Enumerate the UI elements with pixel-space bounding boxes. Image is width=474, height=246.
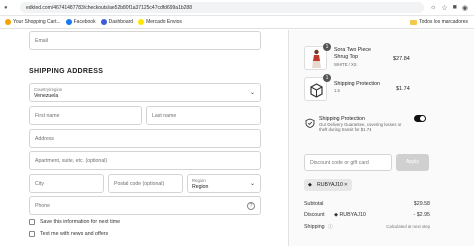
bookmarks-bar: Your Shopping Cart... Facebook Dashboard… bbox=[0, 16, 474, 29]
help-icon[interactable]: ⓘ bbox=[328, 224, 333, 229]
phone-field[interactable]: Phone ? bbox=[29, 196, 261, 215]
item-variant: 1.5 bbox=[334, 88, 340, 93]
postal-code-placeholder: Postal code (optional) bbox=[114, 181, 165, 187]
quantity-badge: 1 bbox=[323, 74, 331, 82]
bookmark-facebook[interactable]: Facebook bbox=[65, 19, 96, 25]
mercado-envios-icon bbox=[138, 19, 145, 25]
city-field[interactable]: City bbox=[29, 174, 104, 193]
apartment-field[interactable]: Apartment, suite, etc. (optional) bbox=[29, 151, 261, 170]
news-label: Text me with news and offers bbox=[40, 231, 109, 237]
bookmark-label: Facebook bbox=[73, 19, 96, 25]
bookmark-label: Dashboard bbox=[108, 19, 134, 25]
checkbox-box[interactable] bbox=[29, 231, 35, 237]
translate-icon[interactable]: ☼ bbox=[430, 4, 436, 12]
bookmark-mercado-envios[interactable]: Mercado Envios bbox=[138, 19, 182, 25]
help-icon[interactable]: ? bbox=[247, 202, 255, 210]
postal-code-field[interactable]: Postal code (optional) bbox=[108, 174, 183, 193]
browser-address-bar: ● edkted.com/46741487783/checkouts/ae52b… bbox=[0, 0, 474, 16]
dashboard-icon bbox=[100, 19, 107, 25]
region-label: Region bbox=[192, 178, 206, 183]
subtotal-label: Subtotal bbox=[304, 201, 324, 207]
discount-row: Discount ◆ RUBYAJ10 - $2.95 bbox=[304, 212, 430, 218]
discount-code-summary: RUBYAJ10 bbox=[339, 212, 366, 218]
applied-discount-chip: ◆ RUBYAJ10 ✕ bbox=[304, 179, 352, 191]
country-label: Country/region bbox=[34, 87, 63, 92]
bookmark-dashboard[interactable]: Dashboard bbox=[100, 19, 134, 25]
shipping-value: Calculated at next step bbox=[386, 224, 430, 229]
address-field[interactable]: Address bbox=[29, 129, 261, 148]
discount-code-input[interactable]: Discount code or gift card bbox=[304, 154, 392, 171]
discount-label: Discount bbox=[304, 212, 325, 218]
remove-discount-icon[interactable]: ✕ bbox=[344, 182, 348, 188]
email-placeholder: Email bbox=[35, 38, 48, 44]
protection-description: Our Delivery Guarantee, covering losses … bbox=[319, 122, 402, 132]
url-input[interactable]: edkted.com/46741487783/checkouts/ae52b80… bbox=[20, 2, 424, 13]
extensions-icon[interactable]: ■ bbox=[453, 4, 457, 12]
bookmark-label: Your Shopping Cart... bbox=[13, 19, 61, 25]
shield-icon bbox=[305, 118, 315, 128]
subtotal-row: Subtotal $29.58 bbox=[304, 201, 430, 207]
region-select[interactable]: Region Region ⌄ bbox=[187, 174, 261, 193]
protection-toggle[interactable] bbox=[414, 115, 426, 122]
all-bookmarks[interactable]: Todos los marcadores bbox=[410, 19, 468, 25]
shipping-label: Shipping bbox=[304, 224, 325, 230]
last-name-field[interactable]: Last name bbox=[146, 106, 261, 125]
toggle-knob bbox=[420, 116, 425, 121]
browser-extensions: ☼ ☆ ■ ◉ bbox=[430, 4, 468, 12]
bookmark-shopping-cart[interactable]: Your Shopping Cart... bbox=[5, 19, 61, 25]
item-price: $27.84 bbox=[393, 56, 410, 62]
news-checkbox[interactable]: Text me with news and offers bbox=[29, 231, 108, 237]
country-value: Venezuela bbox=[34, 93, 59, 99]
checkbox-box[interactable] bbox=[29, 219, 35, 225]
site-info-icon[interactable]: ● bbox=[4, 5, 14, 11]
address-placeholder: Address bbox=[35, 136, 55, 142]
first-name-field[interactable]: First name bbox=[29, 106, 142, 125]
shipping-row: Shipping ⓘ Calculated at next step bbox=[304, 224, 430, 230]
discount-code-label: RUBYAJ10 bbox=[317, 182, 343, 188]
shopping-cart-icon bbox=[5, 19, 11, 25]
item-variant: WHITE / XS bbox=[334, 62, 357, 67]
chevron-down-icon: ⌄ bbox=[249, 181, 255, 187]
profile-icon[interactable]: ◉ bbox=[462, 4, 468, 12]
item-name: Sora Two Piece Shrug Top bbox=[334, 47, 372, 60]
tag-icon: ◆ bbox=[308, 182, 312, 188]
quantity-badge: 1 bbox=[323, 43, 331, 51]
all-bookmarks-label: Todos los marcadores bbox=[419, 19, 468, 25]
folder-icon bbox=[410, 19, 418, 25]
discount-value: - $2.95 bbox=[413, 212, 431, 218]
bookmark-label: Mercado Envios bbox=[146, 19, 182, 25]
facebook-icon bbox=[65, 19, 72, 25]
bookmark-star-icon[interactable]: ☆ bbox=[441, 4, 447, 12]
tag-icon: ◆ bbox=[334, 212, 338, 218]
save-info-label: Save this information for next time bbox=[40, 219, 121, 225]
discount-placeholder: Discount code or gift card bbox=[310, 160, 369, 166]
email-field[interactable]: Email bbox=[29, 31, 261, 50]
shipping-address-title: SHIPPING ADDRESS bbox=[29, 68, 104, 75]
subtotal-value: $29.58 bbox=[413, 201, 430, 207]
phone-placeholder: Phone bbox=[35, 203, 51, 209]
region-value: Region bbox=[192, 184, 209, 190]
apply-button[interactable]: Apply bbox=[396, 154, 429, 171]
apartment-placeholder: Apartment, suite, etc. (optional) bbox=[35, 158, 108, 164]
first-name-placeholder: First name bbox=[35, 113, 60, 119]
chevron-down-icon: ⌄ bbox=[249, 90, 255, 96]
city-placeholder: City bbox=[35, 181, 44, 187]
item-price: $1.74 bbox=[396, 86, 410, 92]
item-name: Shipping Protection bbox=[334, 81, 380, 87]
url-text: edkted.com/46741487783/checkouts/ae52b80… bbox=[26, 4, 192, 11]
country-select[interactable]: Country/region Venezuela ⌄ bbox=[29, 83, 261, 102]
save-info-checkbox[interactable]: Save this information for next time bbox=[29, 219, 120, 225]
last-name-placeholder: Last name bbox=[152, 113, 177, 119]
